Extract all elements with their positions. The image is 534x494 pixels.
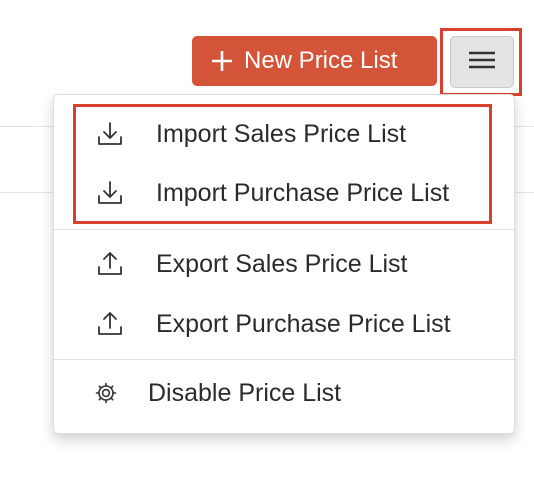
hamburger-icon	[469, 51, 495, 74]
menu-item-import-sales-price-list[interactable]: Import Sales Price List	[54, 106, 514, 162]
menu-item-label: Disable Price List	[148, 378, 342, 407]
menu-item-export-purchase-price-list[interactable]: Export Purchase Price List	[54, 296, 514, 352]
plus-icon	[210, 49, 234, 73]
menu-item-disable-price-list[interactable]: Disable Price List	[54, 365, 514, 421]
new-price-list-button[interactable]: New Price List	[192, 36, 437, 86]
download-icon	[96, 120, 124, 148]
actions-dropdown-menu: Import Sales Price List Import Purchase …	[53, 94, 515, 434]
menu-divider	[54, 359, 514, 360]
upload-icon	[96, 250, 124, 278]
menu-item-label: Export Sales Price List	[156, 249, 408, 278]
menu-item-import-purchase-price-list[interactable]: Import Purchase Price List	[54, 165, 514, 221]
more-menu-button[interactable]	[450, 36, 514, 88]
menu-item-label: Import Sales Price List	[156, 119, 407, 148]
download-icon	[96, 179, 124, 207]
menu-divider	[54, 229, 514, 230]
new-price-list-label: New Price List	[244, 47, 398, 74]
menu-item-label: Import Purchase Price List	[156, 178, 450, 207]
menu-item-export-sales-price-list[interactable]: Export Sales Price List	[54, 236, 514, 292]
gear-icon	[92, 379, 120, 407]
menu-item-label: Export Purchase Price List	[156, 309, 451, 338]
upload-icon	[96, 310, 124, 338]
page: New Price List Import Sales Price List I…	[0, 0, 534, 494]
